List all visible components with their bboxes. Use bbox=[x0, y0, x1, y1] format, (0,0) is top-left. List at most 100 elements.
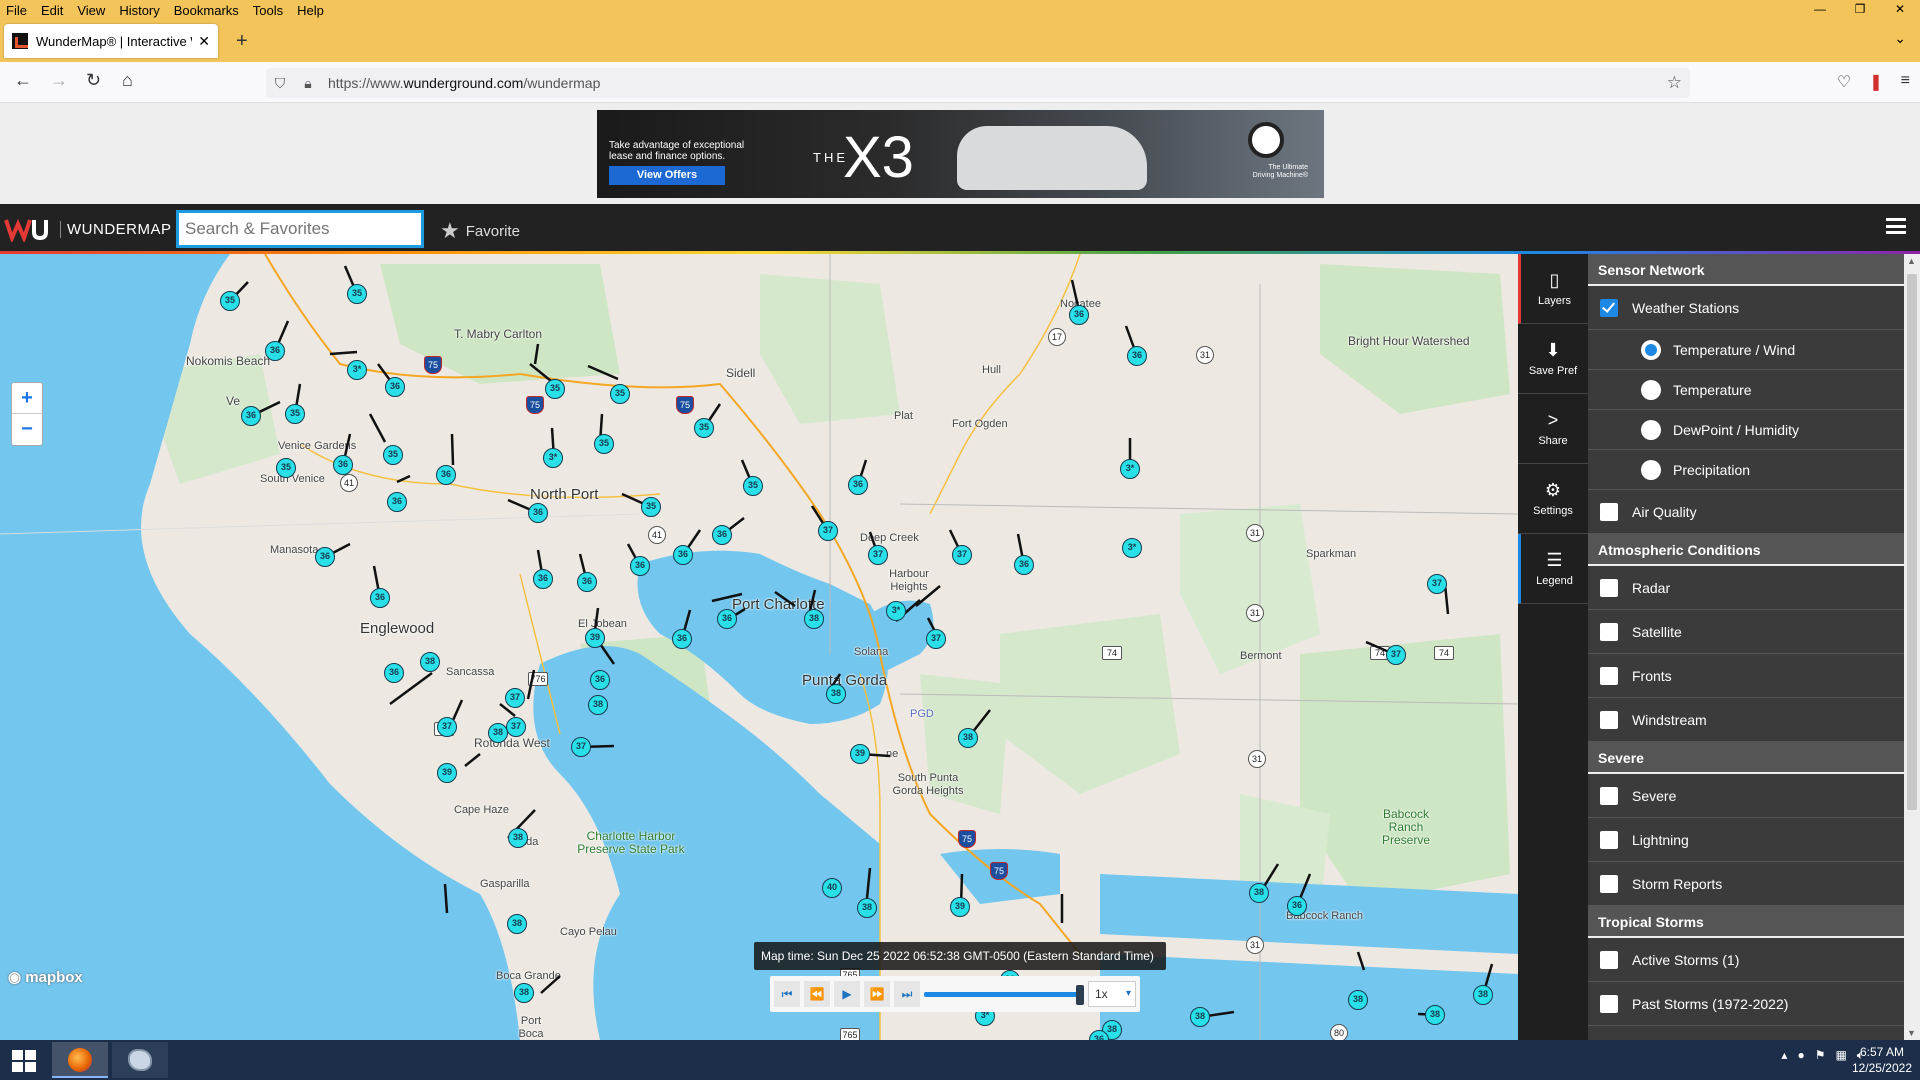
weather-station-marker[interactable]: 40 bbox=[822, 878, 842, 898]
menu-view[interactable]: View bbox=[71, 3, 113, 18]
weather-station-marker[interactable]: 36 bbox=[387, 492, 407, 512]
firefox-taskbar-icon[interactable] bbox=[52, 1042, 108, 1078]
weather-station-marker[interactable]: 36 bbox=[333, 455, 353, 475]
weather-station-marker[interactable]: 36 bbox=[1014, 555, 1034, 575]
weather-station-marker[interactable]: 3* bbox=[1120, 459, 1140, 479]
weather-station-marker[interactable]: 36 bbox=[384, 663, 404, 683]
weather-station-marker[interactable]: 38 bbox=[514, 983, 534, 1003]
menu-history[interactable]: History bbox=[113, 3, 167, 18]
checkbox-icon[interactable] bbox=[1600, 786, 1618, 805]
menu-tools[interactable]: Tools bbox=[247, 3, 291, 18]
layer-past-storms[interactable]: Past Storms (1972-2022) bbox=[1588, 982, 1904, 1026]
radio-selected-icon[interactable] bbox=[1641, 339, 1661, 360]
weather-station-marker[interactable]: 39 bbox=[585, 628, 605, 648]
weather-station-marker[interactable]: 38 bbox=[804, 609, 824, 629]
weather-station-marker[interactable]: 35 bbox=[220, 291, 240, 311]
weather-station-marker[interactable]: 35 bbox=[276, 458, 296, 478]
weather-station-marker[interactable]: 37 bbox=[506, 717, 526, 737]
tray-app-icon[interactable]: ● bbox=[1797, 1048, 1804, 1063]
checkbox-icon[interactable] bbox=[1600, 874, 1618, 893]
weather-station-marker[interactable]: 38 bbox=[1249, 883, 1269, 903]
reload-icon[interactable]: ↻ bbox=[86, 70, 101, 91]
weather-station-marker[interactable]: 38 bbox=[588, 695, 608, 715]
scroll-up-icon[interactable]: ▲ bbox=[1907, 256, 1916, 266]
menu-help[interactable]: Help bbox=[291, 3, 332, 18]
weather-station-marker[interactable]: 36 bbox=[672, 629, 692, 649]
skip-to-start-icon[interactable]: ⏮ bbox=[774, 981, 800, 1007]
checkbox-icon[interactable] bbox=[1600, 830, 1618, 849]
weather-station-marker[interactable]: 36 bbox=[1069, 305, 1089, 325]
step-forward-icon[interactable]: ⏩ bbox=[864, 981, 890, 1007]
layer-storm-reports[interactable]: Storm Reports bbox=[1588, 862, 1904, 906]
weather-station-marker[interactable]: 38 bbox=[508, 828, 528, 848]
weather-station-marker[interactable]: 36 bbox=[533, 569, 553, 589]
favorite-button[interactable]: ★ Favorite bbox=[440, 218, 520, 244]
layer-windstream[interactable]: Windstream bbox=[1588, 698, 1904, 742]
zoom-out-button[interactable]: − bbox=[12, 414, 42, 445]
layer-satellite[interactable]: Satellite bbox=[1588, 610, 1904, 654]
weather-station-marker[interactable]: 36 bbox=[712, 525, 732, 545]
step-back-icon[interactable]: ⏪ bbox=[804, 981, 830, 1007]
weather-station-marker[interactable]: 36 bbox=[370, 588, 390, 608]
layers-button[interactable]: ▯ Layers bbox=[1518, 254, 1588, 324]
weather-station-marker[interactable]: 35 bbox=[383, 445, 403, 465]
flag-icon[interactable]: ⚑ bbox=[1815, 1048, 1826, 1063]
weather-station-marker[interactable]: 38 bbox=[1190, 1007, 1210, 1027]
minimize-icon[interactable]: — bbox=[1800, 0, 1840, 20]
weather-station-marker[interactable]: 35 bbox=[594, 434, 614, 454]
layer-air-quality[interactable]: Air Quality bbox=[1588, 490, 1904, 534]
weather-station-marker[interactable]: 38 bbox=[1473, 985, 1493, 1005]
view-offers-button[interactable]: View Offers bbox=[609, 166, 725, 185]
hamburger-menu-icon[interactable] bbox=[1886, 218, 1906, 234]
restore-icon[interactable]: ❐ bbox=[1840, 0, 1880, 20]
weather-station-marker[interactable]: 36 bbox=[241, 406, 261, 426]
weather-station-marker[interactable]: 36 bbox=[385, 377, 405, 397]
weather-station-marker[interactable]: 37 bbox=[926, 629, 946, 649]
panel-scrollbar[interactable]: ▲ ▼ bbox=[1904, 254, 1920, 1040]
map-canvas[interactable]: T. Mabry Carlton Nokomis Beach Ve Venice… bbox=[0, 254, 1518, 1040]
timeline-handle[interactable] bbox=[1076, 985, 1084, 1005]
weather-station-marker[interactable]: 36 bbox=[673, 545, 693, 565]
checkbox-icon[interactable] bbox=[1600, 666, 1618, 685]
weather-station-marker[interactable]: 36 bbox=[590, 670, 610, 690]
weather-station-marker[interactable]: 38 bbox=[1425, 1005, 1445, 1025]
back-arrow-icon[interactable]: ← bbox=[14, 70, 32, 91]
option-temp-wind[interactable]: Temperature / Wind bbox=[1588, 330, 1904, 370]
bmw-banner-ad[interactable]: Take advantage of exceptional lease and … bbox=[597, 110, 1324, 198]
weather-station-marker[interactable]: 36 bbox=[528, 503, 548, 523]
mapbox-attribution[interactable]: ◉ mapbox bbox=[8, 968, 83, 986]
settings-button[interactable]: ⚙ Settings bbox=[1518, 464, 1588, 534]
checkbox-icon[interactable] bbox=[1600, 578, 1618, 597]
weather-station-marker[interactable]: 36 bbox=[630, 556, 650, 576]
weather-station-marker[interactable]: 36 bbox=[1287, 896, 1307, 916]
layer-lightning[interactable]: Lightning bbox=[1588, 818, 1904, 862]
lock-icon[interactable]: 🔒︎ bbox=[294, 75, 322, 92]
skip-to-end-icon[interactable]: ⏭ bbox=[894, 981, 920, 1007]
weather-station-marker[interactable]: 3* bbox=[1122, 538, 1142, 558]
weather-station-marker[interactable]: 38 bbox=[507, 914, 527, 934]
option-precipitation[interactable]: Precipitation bbox=[1588, 450, 1904, 490]
radio-icon[interactable] bbox=[1641, 379, 1661, 400]
layer-fronts[interactable]: Fronts bbox=[1588, 654, 1904, 698]
weather-station-marker[interactable]: 36 bbox=[1127, 346, 1147, 366]
new-tab-icon[interactable]: + bbox=[236, 30, 248, 53]
search-input[interactable] bbox=[176, 210, 424, 248]
taskbar-clock[interactable]: 6:57 AM 12/25/2022 bbox=[1852, 1044, 1912, 1076]
scrollbar-thumb[interactable] bbox=[1907, 274, 1917, 810]
weather-station-marker[interactable]: 37 bbox=[952, 545, 972, 565]
zoom-in-button[interactable]: + bbox=[12, 383, 42, 414]
weather-station-marker[interactable]: 35 bbox=[743, 476, 763, 496]
weather-station-marker[interactable]: 39 bbox=[950, 897, 970, 917]
menu-bookmarks[interactable]: Bookmarks bbox=[168, 3, 247, 18]
weather-station-marker[interactable]: 35 bbox=[347, 284, 367, 304]
wu-logo-icon[interactable] bbox=[4, 214, 48, 242]
weather-station-marker[interactable]: 37 bbox=[868, 545, 888, 565]
network-icon[interactable]: ▦ bbox=[1835, 1048, 1846, 1063]
weather-station-marker[interactable]: 36 bbox=[717, 609, 737, 629]
weather-station-marker[interactable]: 39 bbox=[437, 763, 457, 783]
weather-station-marker[interactable]: 35 bbox=[694, 418, 714, 438]
weather-station-marker[interactable]: 35 bbox=[641, 497, 661, 517]
radio-icon[interactable] bbox=[1641, 459, 1661, 480]
checkbox-icon[interactable] bbox=[1600, 502, 1618, 521]
weather-station-marker[interactable]: 36 bbox=[265, 341, 285, 361]
